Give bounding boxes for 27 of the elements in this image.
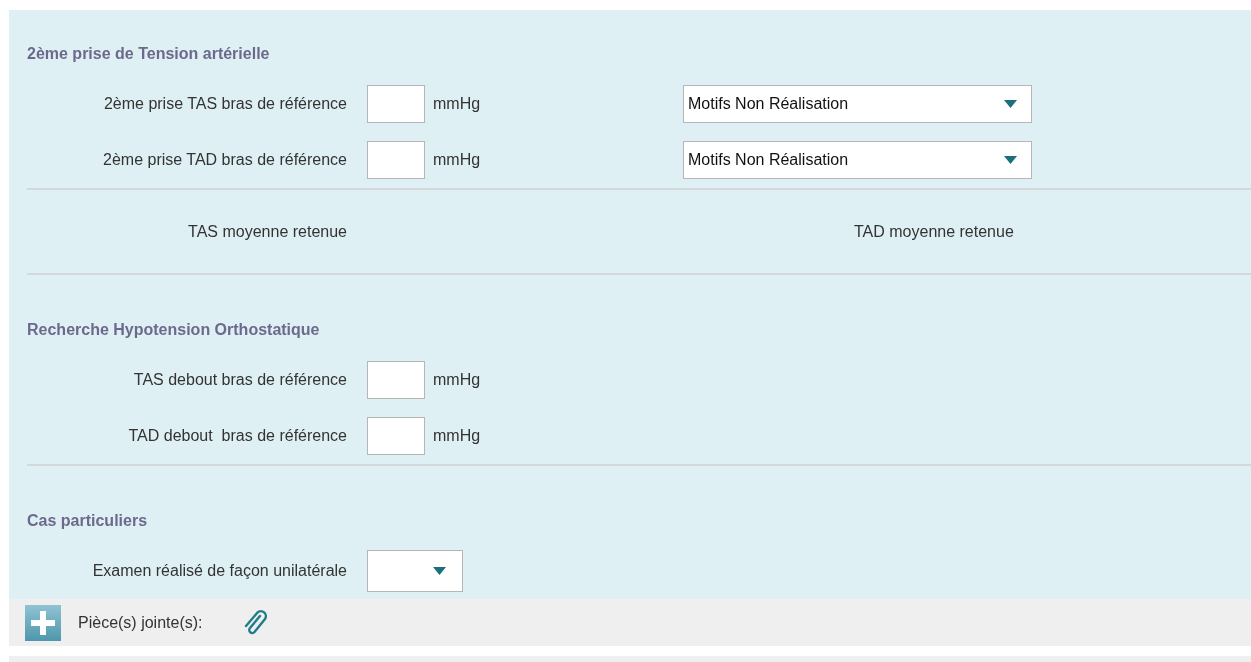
number-input[interactable] — [367, 85, 425, 123]
average-label: TAS moyenne retenue — [187, 221, 347, 242]
field-label: TAS debout bras de référence — [132, 370, 347, 390]
field-label: 2ème prise TAS bras de référence — [102, 94, 347, 114]
dropdown-arrow-icon — [433, 567, 446, 575]
number-input[interactable] — [367, 361, 425, 399]
unit-label: mmHg — [433, 94, 482, 114]
add-icon[interactable] — [25, 604, 61, 641]
paperclip-icon[interactable] — [242, 608, 269, 637]
section-heading: 2ème prise de Tension artérielle — [27, 44, 270, 64]
unit-label: mmHg — [433, 370, 482, 390]
field-label: 2ème prise TAD bras de référence — [102, 150, 347, 170]
reason-dropdown[interactable]: Motifs Non Réalisation — [683, 141, 1032, 179]
average-label: TAD moyenne retenue — [854, 221, 1014, 242]
select-dropdown[interactable] — [367, 550, 463, 592]
field-label: Examen réalisé de façon unilatérale — [91, 561, 347, 581]
section-heading: Recherche Hypotension Orthostatique — [27, 320, 320, 340]
field-label: TAD debout bras de référence — [127, 426, 347, 446]
attachments-label: Pièce(s) jointe(s): — [78, 612, 203, 633]
reason-dropdown[interactable]: Motifs Non Réalisation — [683, 85, 1032, 123]
dropdown-arrow-icon — [1004, 156, 1017, 164]
dropdown-arrow-icon — [1004, 100, 1017, 108]
number-input[interactable] — [367, 417, 425, 455]
unit-label: mmHg — [433, 150, 482, 170]
unit-label: mmHg — [433, 426, 482, 446]
section-heading: Cas particuliers — [27, 511, 148, 531]
number-input[interactable] — [367, 141, 425, 179]
